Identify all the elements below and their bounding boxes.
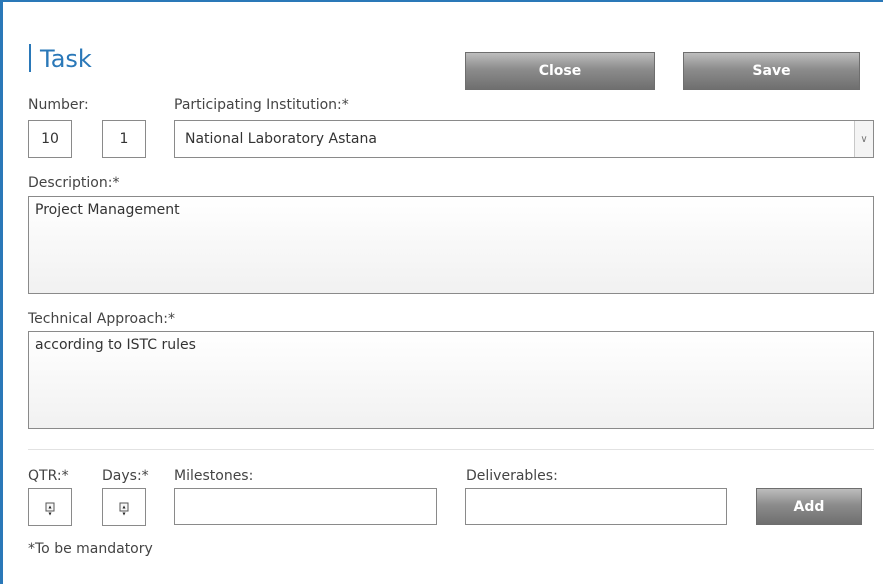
task-number-input[interactable]: 10 [28,120,72,158]
technical-approach-value: according to ISTC rules [35,337,196,353]
days-label: Days:* [102,468,149,484]
close-button[interactable]: Close [465,52,655,90]
task-subnumber-value: 1 [119,131,129,147]
qtr-stepper[interactable]: ▴ ▾ [28,488,72,526]
deliverables-input[interactable] [465,488,727,525]
institution-selected-value: National Laboratory Astana [185,131,377,147]
description-value: Project Management [35,202,180,218]
institution-label: Participating Institution:* [174,97,349,113]
days-stepper[interactable]: ▴ ▾ [102,488,146,526]
section-divider [28,449,874,450]
spinner-icon[interactable]: ▴ ▾ [45,502,55,518]
task-subnumber-input[interactable]: 1 [102,120,146,158]
description-label: Description:* [28,175,120,191]
number-label: Number: [28,97,89,113]
technical-approach-textarea[interactable]: according to ISTC rules [28,331,874,429]
title-accent-bar [29,44,31,72]
qtr-label: QTR:* [28,468,69,484]
milestones-label: Milestones: [174,468,254,484]
institution-select[interactable]: National Laboratory Astana ∨ [174,120,874,158]
spinner-icon[interactable]: ▴ ▾ [119,502,129,518]
description-textarea[interactable]: Project Management [28,196,874,294]
deliverables-label: Deliverables: [466,468,558,484]
add-button[interactable]: Add [756,488,862,525]
save-button[interactable]: Save [683,52,860,90]
chevron-down-icon[interactable]: ∨ [854,121,873,157]
task-number-value: 10 [41,131,59,147]
milestones-input[interactable] [174,488,437,525]
page-title: Task [40,45,92,73]
mandatory-note: *To be mandatory [28,541,153,557]
technical-approach-label: Technical Approach:* [28,311,175,327]
